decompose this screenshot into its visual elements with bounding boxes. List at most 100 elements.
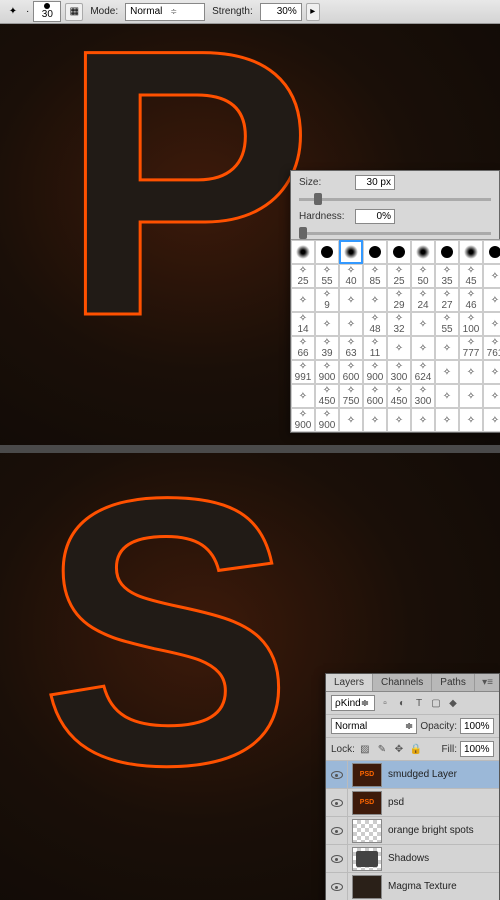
tab-channels[interactable]: Channels [373, 674, 432, 691]
brush-preset[interactable] [387, 240, 411, 264]
strength-input[interactable]: 30% [260, 3, 302, 21]
brush-preset[interactable] [315, 240, 339, 264]
brush-preset[interactable]: ✧ [435, 408, 459, 432]
brush-preset[interactable]: ✧ [339, 312, 363, 336]
brush-preset[interactable]: ✧ [411, 336, 435, 360]
fill-input[interactable]: 100% [460, 741, 494, 757]
brush-preset[interactable]: ✧761 [483, 336, 500, 360]
tab-paths[interactable]: Paths [432, 674, 475, 691]
brush-preset[interactable]: ✧ [435, 384, 459, 408]
brush-preset[interactable]: ✧ [459, 360, 483, 384]
smudge-tool-icon[interactable]: ✦ [4, 3, 22, 21]
brush-preset[interactable]: ✧25 [291, 264, 315, 288]
brush-preset[interactable]: ✧29 [387, 288, 411, 312]
brush-preset[interactable]: ✧ [435, 336, 459, 360]
brush-preset[interactable]: ✧ [387, 336, 411, 360]
brush-preset[interactable]: ✧900 [315, 408, 339, 432]
brush-preset[interactable]: ✧85 [363, 264, 387, 288]
filter-shape-icon[interactable]: ▢ [429, 696, 443, 710]
brush-preset[interactable]: ✧450 [387, 384, 411, 408]
brush-preset[interactable]: ✧35 [435, 264, 459, 288]
brush-preset[interactable]: ✧63 [339, 336, 363, 360]
brush-preset[interactable]: ✧45 [459, 264, 483, 288]
brush-preset[interactable]: ✧ [483, 360, 500, 384]
brush-preset[interactable]: ✧100 [459, 312, 483, 336]
brush-preset[interactable]: ✧ [459, 408, 483, 432]
brush-preset[interactable]: ✧39 [315, 336, 339, 360]
brush-preset[interactable]: ✧300 [387, 360, 411, 384]
strength-flyout-button[interactable]: ▸ [306, 3, 320, 21]
lock-pixels-icon[interactable]: ✎ [375, 742, 389, 756]
brush-preset[interactable]: ✧ [483, 408, 500, 432]
brush-panel-toggle[interactable]: ▦ [65, 3, 83, 21]
brush-preset[interactable]: ✧24 [411, 288, 435, 312]
brush-preset[interactable]: ✧ [435, 360, 459, 384]
brush-preset[interactable]: ✧11 [363, 336, 387, 360]
layer-row[interactable]: Shadows [326, 845, 499, 873]
layer-row[interactable]: Magma Texture [326, 873, 499, 900]
slider-thumb[interactable] [299, 227, 307, 239]
brush-preset[interactable]: ✧40 [339, 264, 363, 288]
brush-preset[interactable]: ✧991 [291, 360, 315, 384]
hardness-slider[interactable] [299, 232, 491, 235]
lock-transparency-icon[interactable]: ▨ [358, 742, 372, 756]
blend-mode-dropdown[interactable]: Normal ≑ [125, 3, 205, 21]
brush-preset[interactable]: ✧ [363, 288, 387, 312]
filter-kind-dropdown[interactable]: ρ Kind ≑ [331, 695, 375, 711]
brush-preset[interactable]: ✧9 [315, 288, 339, 312]
brush-preset[interactable]: ✧50 [411, 264, 435, 288]
brush-preset[interactable]: ✧ [483, 264, 500, 288]
brush-preset[interactable]: ✧46 [459, 288, 483, 312]
brush-preset[interactable]: ✧32 [387, 312, 411, 336]
filter-smart-icon[interactable]: ◆ [446, 696, 460, 710]
brush-preset[interactable]: ✧600 [339, 360, 363, 384]
size-slider[interactable] [299, 198, 491, 201]
hardness-value-field[interactable]: 0% [355, 209, 395, 224]
brush-preset[interactable]: ✧900 [291, 408, 315, 432]
opacity-input[interactable]: 100% [460, 718, 494, 734]
brush-preset[interactable]: ✧ [291, 384, 315, 408]
brush-preset[interactable]: ✧750 [339, 384, 363, 408]
visibility-toggle[interactable] [326, 817, 348, 844]
brush-preset[interactable] [363, 240, 387, 264]
brush-preset[interactable]: ✧ [483, 312, 500, 336]
brush-preset[interactable]: ✧ [291, 288, 315, 312]
panel-menu-icon[interactable]: ▾≡ [476, 674, 499, 691]
lock-all-icon[interactable]: 🔒 [409, 742, 423, 756]
brush-preset[interactable]: ✧ [483, 288, 500, 312]
brush-preset[interactable]: ✧600 [363, 384, 387, 408]
visibility-toggle[interactable] [326, 761, 348, 788]
brush-preset[interactable]: ✧ [315, 312, 339, 336]
lock-position-icon[interactable]: ✥ [392, 742, 406, 756]
brush-preset[interactable]: ✧777 [459, 336, 483, 360]
brush-preset[interactable]: ✧ [339, 288, 363, 312]
brush-preset[interactable]: ✧66 [291, 336, 315, 360]
filter-type-icon[interactable]: T [412, 696, 426, 710]
brush-preset[interactable]: ✧ [411, 312, 435, 336]
brush-preset[interactable] [483, 240, 500, 264]
tab-layers[interactable]: Layers [326, 674, 373, 691]
brush-preset[interactable]: ✧ [483, 384, 500, 408]
brush-preset[interactable]: ✧ [363, 408, 387, 432]
brush-preset[interactable]: ✧27 [435, 288, 459, 312]
visibility-toggle[interactable] [326, 845, 348, 872]
brush-preset[interactable]: ✧624 [411, 360, 435, 384]
brush-preset[interactable]: ✧14 [291, 312, 315, 336]
brush-preset[interactable] [411, 240, 435, 264]
brush-preset[interactable]: ✧450 [315, 384, 339, 408]
brush-preset[interactable]: ✧25 [387, 264, 411, 288]
visibility-toggle[interactable] [326, 789, 348, 816]
filter-adjust-icon[interactable]: ◐ [395, 696, 409, 710]
brush-preset[interactable] [459, 240, 483, 264]
brush-preset[interactable]: ✧ [387, 408, 411, 432]
brush-preset[interactable] [339, 240, 363, 264]
brush-preset-picker[interactable]: 30 [33, 1, 61, 22]
slider-thumb[interactable] [314, 193, 322, 205]
brush-preset[interactable]: ✧ [411, 408, 435, 432]
layer-row[interactable]: PSDpsd [326, 789, 499, 817]
visibility-toggle[interactable] [326, 873, 348, 900]
layer-row[interactable]: PSDsmudged Layer [326, 761, 499, 789]
brush-preset[interactable]: ✧ [459, 384, 483, 408]
brush-preset[interactable]: ✧300 [411, 384, 435, 408]
layer-row[interactable]: orange bright spots [326, 817, 499, 845]
